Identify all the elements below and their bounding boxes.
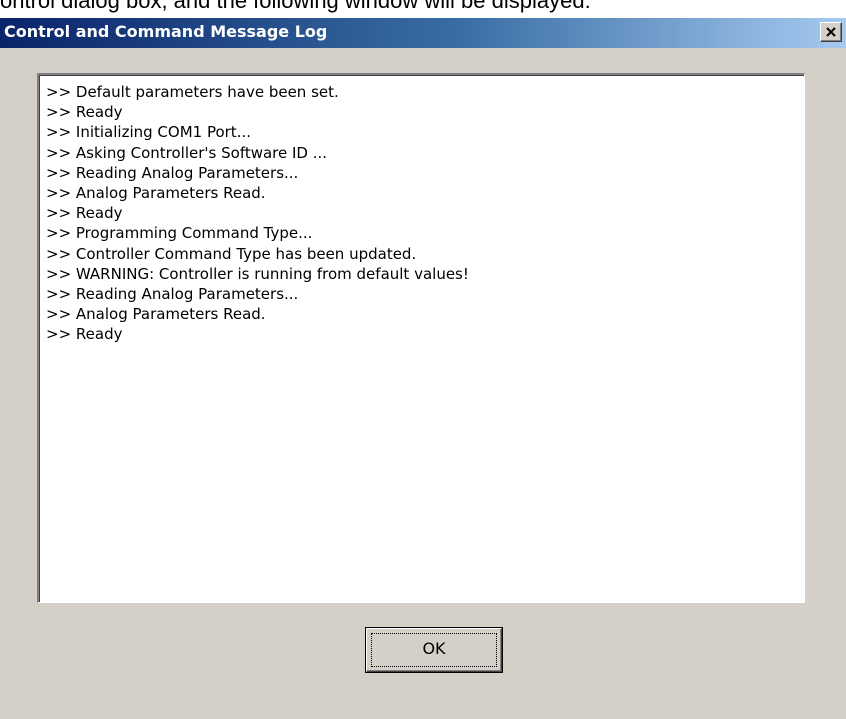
log-line: >> Asking Controller's Software ID ... — [46, 143, 328, 162]
log-line: >> Controller Command Type has been upda… — [46, 244, 417, 263]
ok-button-label: OK — [422, 639, 446, 658]
message-log-dialog: Control and Command Message Log >> Defau… — [0, 18, 846, 719]
log-line: >> Analog Parameters Read. — [46, 184, 266, 203]
log-line: >> Reading Analog Parameters... — [46, 285, 299, 304]
log-line: >> WARNING: Controller is running from d… — [46, 264, 469, 283]
log-line: >> Ready — [46, 325, 123, 344]
message-log-list[interactable]: >> Default parameters have been set. >> … — [37, 73, 805, 603]
log-line: >> Ready — [46, 204, 123, 223]
ok-button[interactable]: OK — [365, 627, 503, 673]
document-caption-strip: ontrol dialog box, and the following win… — [0, 0, 846, 18]
close-button[interactable] — [820, 22, 842, 42]
log-line: >> Reading Analog Parameters... — [46, 163, 299, 182]
log-line: >> Analog Parameters Read. — [46, 305, 266, 324]
log-line: >> Programming Command Type... — [46, 224, 313, 243]
caption-fragment: ontrol dialog box, and the following win… — [0, 0, 591, 13]
title-bar[interactable]: Control and Command Message Log — [0, 18, 846, 48]
log-line: >> Default parameters have been set. — [46, 83, 339, 101]
window-title: Control and Command Message Log — [4, 22, 328, 41]
log-line: >> Initializing COM1 Port... — [46, 123, 251, 142]
log-line: >> Ready — [46, 103, 123, 122]
close-x-icon — [826, 27, 836, 37]
